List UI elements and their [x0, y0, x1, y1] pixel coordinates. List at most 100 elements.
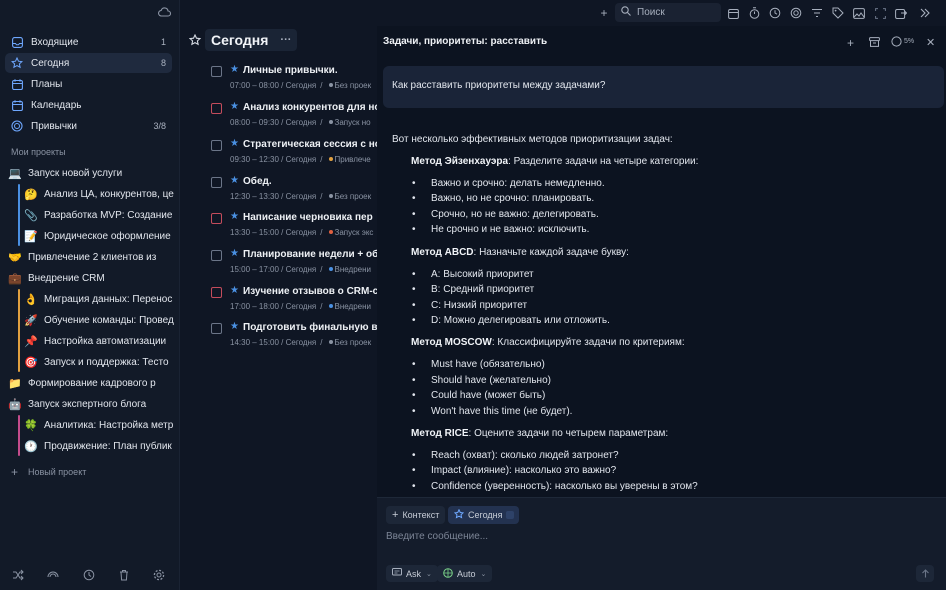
- task-list-panel: Сегодня ··· ★ Личные привычки. 07:00 – 08:…: [181, 0, 383, 590]
- task-row[interactable]: ★ Обед. 12:30 – 13:30 / Сегодня / Без проек: [211, 175, 381, 209]
- bullet-item: • Reach (охват): сколько людей затронет?: [412, 450, 619, 461]
- project-item[interactable]: 💼 Внедрение CRM: [8, 268, 173, 288]
- project-item[interactable]: 💻 Запуск новой услуги: [8, 163, 173, 183]
- project-item[interactable]: 📁 Формирование кадрового р: [8, 373, 173, 393]
- more-options-icon[interactable]: ···: [280, 34, 291, 46]
- project-emoji: 🕐: [24, 440, 38, 453]
- task-row[interactable]: ★ Планирование недели + обн 15:00 – 17:00 …: [211, 248, 383, 282]
- bullet-item: • Важно и срочно: делать немедленно.: [412, 178, 605, 189]
- task-checkbox[interactable]: [211, 140, 222, 151]
- new-project-label: Новый проект: [28, 467, 87, 477]
- bullet-item: • B: Средний приоритет: [412, 284, 535, 295]
- task-checkbox[interactable]: [211, 213, 222, 224]
- clock-icon[interactable]: [768, 6, 782, 20]
- habit-icon: [11, 120, 23, 132]
- collapse-icon[interactable]: [918, 6, 932, 20]
- nav-inbox[interactable]: Входящие 1: [5, 32, 172, 52]
- signal-icon[interactable]: [46, 568, 60, 582]
- close-icon[interactable]: ✕: [926, 36, 935, 49]
- subproject-item[interactable]: 🕐 Продвижение: План публик: [24, 436, 174, 456]
- task-checkbox[interactable]: [211, 287, 222, 298]
- model-select[interactable]: Auto ⌄: [437, 565, 493, 582]
- inbox-icon: [11, 36, 23, 48]
- bullet-item: • Won't have this time (не будет).: [412, 406, 573, 417]
- history-icon[interactable]: [82, 568, 96, 582]
- archive-icon[interactable]: [869, 37, 880, 50]
- subproject-item[interactable]: 🎯 Запуск и поддержка: Тесто: [24, 352, 174, 372]
- task-time: 14:30 – 15:00 / Сегодня: [230, 338, 317, 347]
- subproject-item[interactable]: 👌 Миграция данных: Перенос: [24, 289, 174, 309]
- plus-icon: +: [392, 509, 399, 521]
- task-row[interactable]: ★ Подготовить финальную веро 14:30 – 15:00…: [211, 321, 383, 355]
- tag-icon[interactable]: [831, 6, 845, 20]
- shuffle-icon[interactable]: [11, 568, 25, 582]
- nav-today[interactable]: Сегодня 8: [5, 53, 172, 73]
- task-checkbox[interactable]: [211, 323, 222, 334]
- image-icon[interactable]: [852, 6, 866, 20]
- nav-plans[interactable]: Планы: [5, 74, 172, 94]
- task-checkbox[interactable]: [211, 103, 222, 114]
- model-icon: [443, 567, 453, 580]
- task-checkbox[interactable]: [211, 250, 222, 261]
- mode-select[interactable]: Ask ⌄: [386, 565, 438, 582]
- task-project: Без проек: [334, 192, 372, 201]
- subproject-item[interactable]: 🚀 Обучение команды: Провед: [24, 310, 174, 330]
- nav-habits[interactable]: Привычки 3/8: [5, 116, 172, 136]
- nav-calendar[interactable]: Календарь: [5, 95, 172, 115]
- project-emoji: 🤔: [24, 188, 38, 201]
- bullet-item: • Impact (влияние): насколько это важно?: [412, 465, 617, 476]
- method-heading: Метод ABCD: Назначьте каждой задаче букв…: [411, 247, 629, 258]
- context-chip[interactable]: + Контекст: [386, 506, 446, 524]
- new-chat-icon[interactable]: +: [847, 36, 854, 50]
- settings-gear-icon[interactable]: [152, 568, 166, 582]
- project-emoji: 🎯: [24, 356, 38, 369]
- task-meta: 07:00 – 08:00 / Сегодня / Без проек: [230, 81, 390, 90]
- subproject-item[interactable]: 🍀 Аналитика: Настройка метр: [24, 415, 174, 435]
- context-chip-label: Контекст: [402, 510, 440, 520]
- task-row[interactable]: ★ Личные привычки. 07:00 – 08:00 / Сегодня…: [211, 64, 381, 98]
- project-item[interactable]: 🤖 Запуск экспертного блога: [8, 394, 173, 414]
- subproject-item[interactable]: 📌 Настройка автоматизации: [24, 331, 174, 351]
- send-button[interactable]: [916, 565, 934, 582]
- task-time: 07:00 – 08:00 / Сегодня: [230, 81, 317, 90]
- meta-separator: /: [320, 81, 323, 90]
- subproject-item[interactable]: 📎 Разработка MVP: Создание: [24, 205, 174, 225]
- page-title[interactable]: Сегодня ···: [205, 29, 298, 51]
- task-time: 08:00 – 09:30 / Сегодня: [230, 118, 317, 127]
- project-label: Миграция данных: Перенос: [44, 293, 173, 305]
- today-context-chip[interactable]: Сегодня: [448, 506, 519, 524]
- add-icon[interactable]: +: [597, 6, 611, 20]
- project-emoji: 📝: [24, 230, 38, 243]
- star-icon[interactable]: [188, 33, 202, 49]
- focus-icon[interactable]: [873, 6, 887, 20]
- task-row[interactable]: ★ Написание черновика пер 13:30 – 15:00 / …: [211, 211, 381, 245]
- task-row[interactable]: ★ Стратегическая сессия с нов 09:30 – 12:3…: [211, 138, 383, 172]
- export-icon[interactable]: [894, 6, 908, 20]
- remove-chip-icon[interactable]: [506, 511, 514, 519]
- message-composer: + Контекст Сегодня Введите сообщение... …: [377, 497, 946, 590]
- task-checkbox[interactable]: [211, 177, 222, 188]
- trash-icon[interactable]: [117, 568, 131, 582]
- message-input[interactable]: Введите сообщение...: [386, 531, 488, 542]
- filter-icon[interactable]: [810, 6, 824, 20]
- task-checkbox[interactable]: [211, 66, 222, 77]
- task-project: Внедрени: [334, 302, 371, 311]
- target-icon[interactable]: [789, 6, 803, 20]
- project-item[interactable]: 🤝 Привлечение 2 клиентов из: [8, 247, 173, 267]
- new-project-button[interactable]: + Новый проект: [11, 465, 86, 479]
- calendar-icon[interactable]: [726, 6, 740, 20]
- project-emoji: 📁: [8, 377, 22, 390]
- task-meta: 15:00 – 17:00 / Сегодня / Внедрени: [230, 265, 390, 274]
- subproject-item[interactable]: 🤔 Анализ ЦА, конкурентов, це: [24, 184, 174, 204]
- task-project: Без проек: [334, 81, 372, 90]
- project-label: Аналитика: Настройка метр: [44, 419, 174, 431]
- task-time: 13:30 – 15:00 / Сегодня: [230, 228, 317, 237]
- subproject-item[interactable]: 📝 Юридическое оформление: [24, 226, 174, 246]
- task-row[interactable]: ★ Анализ конкурентов для ново 08:00 – 09:3…: [211, 101, 383, 135]
- project-emoji: 🤝: [8, 251, 22, 264]
- project-emoji: 🤖: [8, 398, 22, 411]
- cloud-sync-icon[interactable]: [158, 7, 172, 20]
- task-row[interactable]: ★ Изучение отзывов о CRM-сис 17:00 – 18:00…: [211, 285, 383, 319]
- timer-icon[interactable]: [747, 6, 761, 20]
- search-input[interactable]: Поиск: [615, 3, 721, 22]
